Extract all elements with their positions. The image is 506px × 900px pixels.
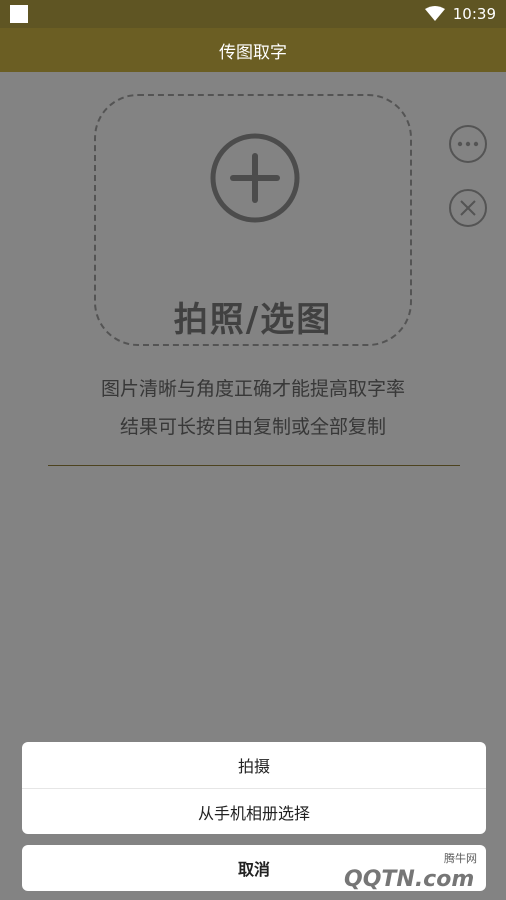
notification-icon: [10, 5, 28, 23]
take-photo-option[interactable]: 拍摄: [22, 742, 486, 788]
action-sheet: 拍摄 从手机相册选择: [22, 742, 486, 834]
watermark-text-1: 腾牛网: [444, 851, 477, 865]
choose-from-album-option[interactable]: 从手机相册选择: [22, 789, 486, 834]
status-bar: 10:39: [0, 0, 506, 28]
wifi-icon: [424, 6, 445, 21]
status-time: 10:39: [452, 5, 496, 23]
app-bar: 传图取字: [0, 28, 506, 72]
watermark-logo: 腾牛网 QQTN.com: [344, 851, 477, 892]
watermark-text-2: QQTN.com: [344, 867, 474, 892]
page-title: 传图取字: [219, 42, 287, 63]
status-right: 10:39: [424, 3, 496, 25]
